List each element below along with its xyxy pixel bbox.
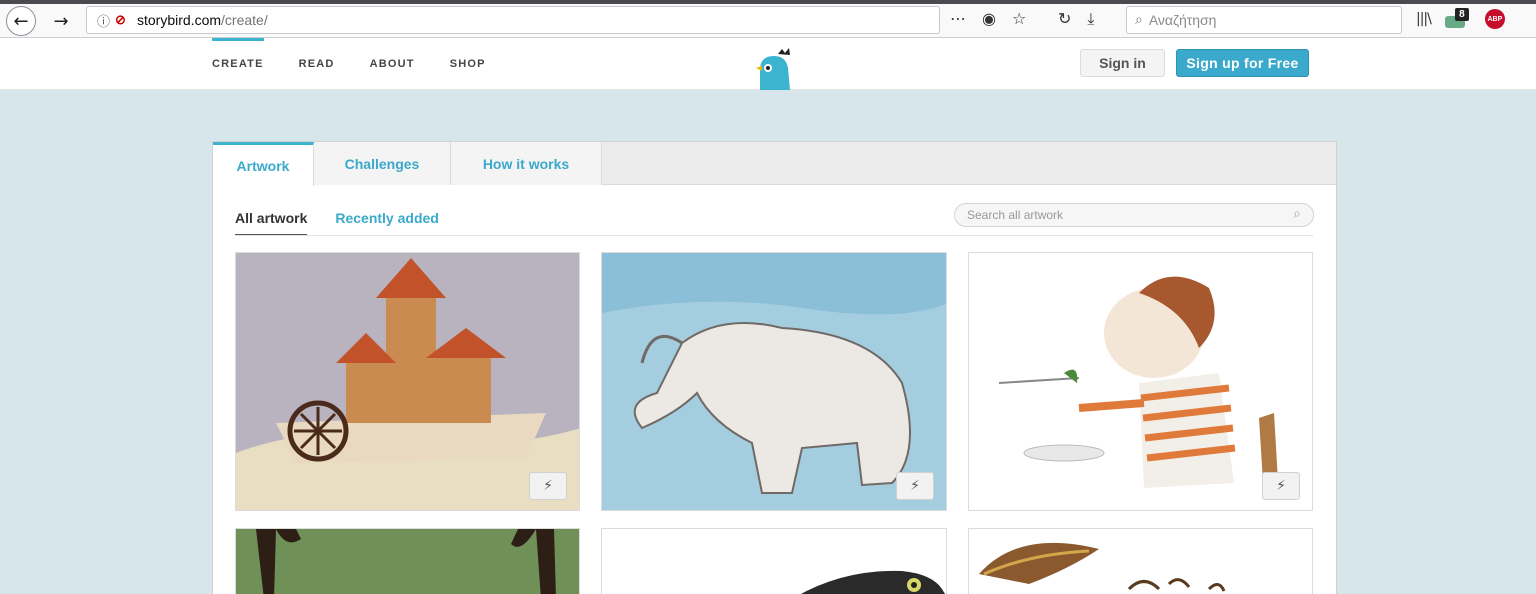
search-icon: ⌕ (1135, 12, 1143, 28)
url-path: /create/ (221, 12, 268, 28)
castle-boat-illustration (236, 253, 579, 510)
panel-tabs: Artwork Challenges How it works (213, 142, 1336, 186)
storybird-logo[interactable] (752, 48, 796, 90)
boy-eating-illustration (969, 253, 1312, 510)
download-icon[interactable]: ⤓ (1087, 9, 1094, 29)
tab-artwork[interactable]: Artwork (213, 142, 314, 186)
browser-toolbar: ← → ⓘ ⊘ storybird.com/create/ ⋯ ◉ ☆ ↻ ⤓ … (0, 0, 1536, 38)
artwork-search-input[interactable]: Search all artwork ⌕ (954, 203, 1314, 227)
library-icon[interactable]: |||\ (1416, 11, 1432, 27)
more-actions-icon[interactable]: ⋯ (950, 9, 966, 28)
url-domain: storybird.com (137, 12, 222, 28)
search-icon[interactable]: ⌕ (1293, 206, 1301, 222)
nav-about[interactable]: ABOUT (370, 38, 415, 90)
artwork-card[interactable]: ⚡ (968, 252, 1313, 511)
sign-up-button[interactable]: Sign up for Free (1176, 49, 1309, 77)
create-panel: Artwork Challenges How it works All artw… (212, 141, 1337, 594)
forward-button[interactable]: → (46, 6, 76, 36)
address-bar[interactable]: ⓘ ⊘ storybird.com/create/ (86, 6, 940, 34)
lightning-icon[interactable]: ⚡ (896, 472, 934, 500)
subtab-recently-added[interactable]: Recently added (335, 210, 438, 236)
artwork-card[interactable]: ⚡ (235, 252, 580, 511)
umbrella-illustration (969, 529, 1312, 594)
artwork-search-placeholder: Search all artwork (967, 208, 1064, 222)
artwork-card[interactable] (601, 528, 947, 594)
forward-arrow-icon: → (53, 10, 69, 32)
back-button[interactable]: ← (6, 6, 36, 36)
lightning-icon[interactable]: ⚡ (529, 472, 567, 500)
black-bird-illustration (602, 529, 946, 594)
browser-search-placeholder: Αναζήτηση (1148, 12, 1217, 28)
site-header: CREATE READ ABOUT SHOP Sign in Sign up f… (0, 38, 1536, 90)
extension-badge: 8 (1454, 8, 1469, 21)
adblock-icon[interactable]: ABP (1484, 9, 1505, 29)
reload-icon[interactable]: ↻ (1058, 9, 1071, 29)
elephant-illustration (602, 253, 946, 510)
browser-top-strip (0, 0, 1536, 4)
artwork-card[interactable] (968, 528, 1313, 594)
bookmark-star-icon[interactable]: ☆ (1012, 9, 1026, 28)
tab-how-it-works[interactable]: How it works (451, 142, 602, 185)
nav-read[interactable]: READ (299, 38, 335, 90)
page-actions: ⋯ ◉ ☆ (950, 9, 1026, 28)
trees-illustration (236, 529, 579, 594)
tab-challenges[interactable]: Challenges (314, 142, 451, 185)
sign-in-button[interactable]: Sign in (1080, 49, 1165, 77)
artwork-card[interactable]: ⚡ (601, 252, 947, 511)
main-nav: CREATE READ ABOUT SHOP (212, 38, 486, 90)
nav-create[interactable]: CREATE (212, 38, 264, 90)
toolbar-right-icons: |||\ 8 ABP (1416, 8, 1505, 30)
pocket-icon[interactable]: ◉ (982, 9, 996, 28)
nav-shop[interactable]: SHOP (450, 38, 486, 90)
lightning-icon[interactable]: ⚡ (1262, 472, 1300, 500)
info-icon[interactable]: ⓘ (97, 11, 115, 30)
toolbar-actions: ↻ ⤓ (1058, 9, 1094, 29)
subtab-all-artwork[interactable]: All artwork (235, 210, 308, 236)
browser-search-field[interactable]: ⌕ Αναζήτηση (1126, 6, 1402, 34)
subtab-divider (235, 235, 1313, 236)
artwork-subtabs: All artwork Recently added (235, 210, 439, 236)
extension-icon[interactable]: 8 (1444, 8, 1471, 30)
insecure-lock-icon[interactable]: ⊘ (115, 12, 137, 28)
back-arrow-icon: ← (13, 10, 29, 32)
artwork-card[interactable] (235, 528, 580, 594)
